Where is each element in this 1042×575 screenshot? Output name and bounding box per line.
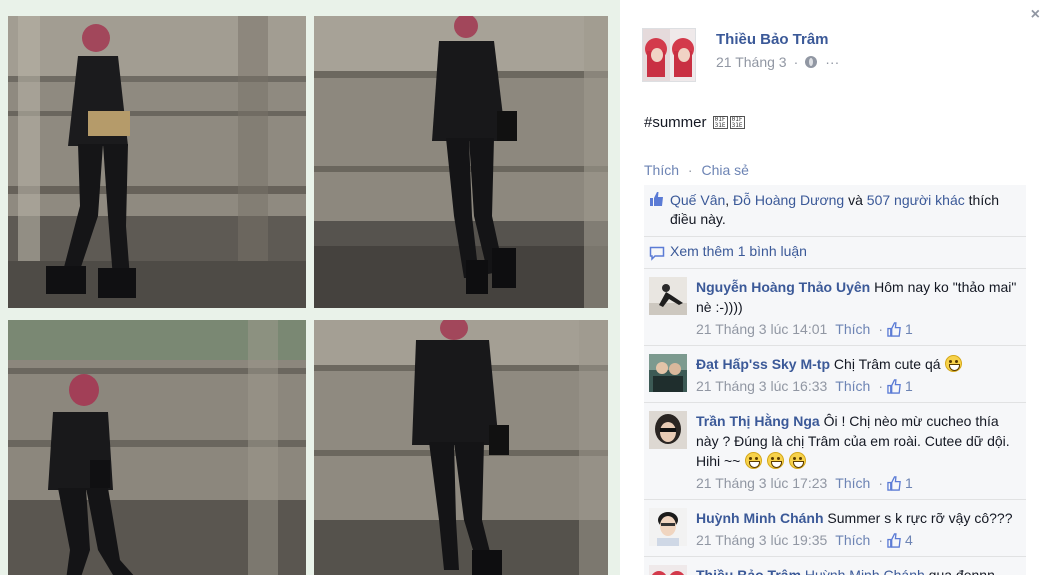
view-more-comments[interactable]: Xem thêm 1 bình luận [644,237,1026,269]
comment: Thiều Bảo Trâm Huỳnh Minh Chánh qụa đenn… [644,557,1026,575]
like-summary: Quế Vân, Đỗ Hoàng Dương và 507 người khá… [644,185,1026,237]
comment-like-count[interactable]: 1 [887,473,913,493]
comment-like-button[interactable]: Thích [835,376,870,396]
comment-bubble-icon [649,246,665,261]
globe-icon [805,56,818,68]
share-button[interactable]: Chia sẻ [701,162,748,178]
meta-separator: · [878,378,883,394]
comment-time[interactable]: 21 Tháng 3 lúc 14:01 [696,319,827,339]
comment: Trần Thị Hằng Nga Ôi ! Chị nèo mừ cucheo… [644,403,1026,500]
photo-1-image [8,16,306,308]
comment-text: Chị Trâm cute qá [830,356,941,372]
comment-time[interactable]: 21 Tháng 3 lúc 19:35 [696,530,827,550]
comment-meta: 21 Tháng 3 lúc 17:23 Thích · 1 [696,473,1018,493]
comment: Đạt Hấp'ss Sky M-tp Chị Trâm cute qá 21 … [644,346,1026,403]
meta-separator: · [878,532,883,548]
photo-4-image [314,320,608,575]
commenter-name[interactable]: Nguyễn Hoàng Thảo Uyên [696,279,870,295]
comment-like-button[interactable]: Thích [835,530,870,550]
photo-1[interactable] [8,16,306,308]
commenter-name[interactable]: Thiều Bảo Trâm [696,567,801,575]
thumbs-up-icon [887,532,901,548]
liker-name-1[interactable]: Quế Vân [670,192,725,208]
thumbs-up-icon [887,321,901,337]
comment-like-count[interactable]: 1 [887,319,913,339]
more-options-icon[interactable]: ··· [825,54,839,70]
post-meta: 21 Tháng 3 · ··· [716,54,839,70]
post-panel: × Thiều Bảo Trâm 21 Tháng 3 · ··· #summe… [620,0,1042,575]
post-actions: Thích · Chia sẻ [644,162,749,178]
liker-separator: , [725,192,734,208]
comment-time[interactable]: 21 Tháng 3 lúc 17:23 [696,473,827,493]
comment: Nguyễn Hoàng Thảo Uyên Hôm nay ko "thảo … [644,269,1026,346]
comments-section: Quế Vân, Đỗ Hoàng Dương và 507 người khá… [644,185,1026,575]
comment-body: Thiều Bảo Trâm Huỳnh Minh Chánh qụa đenn… [696,565,1018,575]
like-button[interactable]: Thích [644,162,679,178]
comment-like-button[interactable]: Thích [835,473,870,493]
likes-and: và [844,192,867,208]
comment-text: qụa đennn [924,567,995,575]
grin-emoji-icon [789,452,807,469]
photo-2-image [314,16,608,308]
commenter-name[interactable]: Huỳnh Minh Chánh [696,510,824,526]
close-icon[interactable]: × [1031,6,1040,24]
view-more-comments-link[interactable]: Xem thêm 1 bình luận [670,243,807,259]
commenter-avatar[interactable] [649,354,687,392]
comment-meta: 21 Tháng 3 lúc 19:35 Thích · 4 [696,530,1018,550]
comment: Huỳnh Minh Chánh Summer s k rực rỡ vậy c… [644,500,1026,557]
like-count-value: 1 [904,321,913,337]
hashtag-link[interactable]: #summer [644,114,707,131]
liker-name-2[interactable]: Đỗ Hoàng Dương [733,192,844,208]
comment-time[interactable]: 21 Tháng 3 lúc 16:33 [696,376,827,396]
unknown-glyph-icon: 01F 31E [729,116,745,129]
photo-2[interactable] [314,16,608,308]
grin-emoji-icon [745,452,763,469]
meta-separator: · [878,475,883,491]
photo-3[interactable] [8,320,306,575]
reply-mention-link[interactable]: Huỳnh Minh Chánh [801,567,925,575]
comment-body: Huỳnh Minh Chánh Summer s k rực rỡ vậy c… [696,508,1018,528]
post-date[interactable]: 21 Tháng 3 [716,54,787,70]
meta-separator: · [878,321,883,337]
thumbs-up-icon [887,378,901,394]
commenter-avatar[interactable] [649,411,687,449]
grin-emoji-icon [767,452,785,469]
comment-body: Trần Thị Hằng Nga Ôi ! Chị nèo mừ cucheo… [696,411,1018,471]
commenter-name[interactable]: Trần Thị Hằng Nga [696,413,820,429]
unknown-glyph-icon: 01F 31E [712,116,728,129]
comment-text: Summer s k rực rỡ vậy cô??? [823,510,1013,526]
like-count-value: 1 [904,378,913,394]
thumbs-up-icon [887,475,901,491]
photo-3-image [8,320,306,575]
actions-separator: · [687,162,693,178]
comment-like-count[interactable]: 4 [887,530,913,550]
post-text: #summer 01F 31E 01F 31E [644,114,745,131]
photo-viewer[interactable] [0,0,620,575]
commenter-avatar[interactable] [649,508,687,546]
like-count-value: 1 [904,475,913,491]
commenter-name[interactable]: Đạt Hấp'ss Sky M-tp [696,356,830,372]
likers-others-link[interactable]: 507 người khác [867,192,965,208]
thumbs-up-icon [650,192,663,206]
comment-body: Đạt Hấp'ss Sky M-tp Chị Trâm cute qá [696,354,1018,374]
smiley-emoji-icon [945,355,963,372]
commenter-avatar[interactable] [649,277,687,315]
photo-4[interactable] [314,320,608,575]
author-name[interactable]: Thiều Bảo Trâm [716,31,839,48]
comment-meta: 21 Tháng 3 lúc 14:01 Thích · 1 [696,319,1018,339]
meta-separator: · [793,54,799,70]
comment-like-count[interactable]: 1 [887,376,913,396]
author-avatar[interactable] [642,28,696,82]
like-count-value: 4 [904,532,913,548]
comment-body: Nguyễn Hoàng Thảo Uyên Hôm nay ko "thảo … [696,277,1018,317]
comment-like-button[interactable]: Thích [835,319,870,339]
post-author: Thiều Bảo Trâm 21 Tháng 3 · ··· [642,28,839,82]
commenter-avatar[interactable] [649,565,687,575]
comment-meta: 21 Tháng 3 lúc 16:33 Thích · 1 [696,376,1018,396]
